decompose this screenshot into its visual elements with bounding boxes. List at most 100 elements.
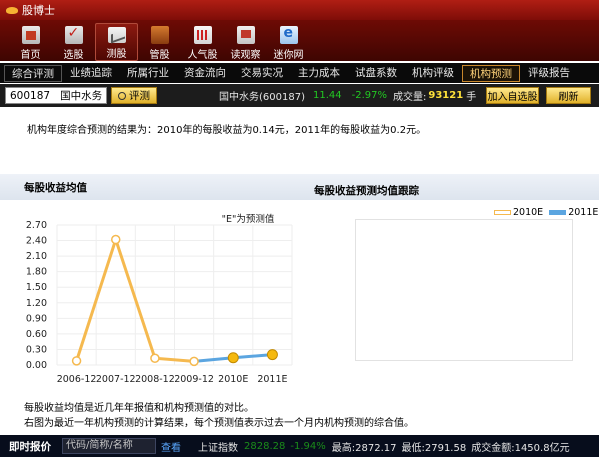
evaluate-button[interactable]: 评测 xyxy=(111,87,157,104)
quote-bar: 即时报价 代码/简称/名称 查看 上证指数 2828.28 -1.94% 最高:… xyxy=(0,435,599,457)
toolbar-popular-stock-button[interactable]: 人气股 xyxy=(181,23,224,61)
chart-notes: 每股收益均值是近几年年报值和机构预测值的对比。 右图为最近一年机构预测的计算结果… xyxy=(24,401,414,431)
tab-main-cost[interactable]: 主力成本 xyxy=(291,65,347,82)
view-link[interactable]: 查看 xyxy=(161,439,181,454)
checklist-icon xyxy=(64,25,83,44)
tab-performance[interactable]: 业绩追踪 xyxy=(63,65,119,82)
y-tick-label: 1.50 xyxy=(26,282,47,293)
legend-swatch-2011e xyxy=(549,210,567,215)
y-tick-label: 1.20 xyxy=(26,298,47,309)
quote-price: 11.44 xyxy=(312,90,342,101)
forecast-summary: 机构年度综合预测的结果为：2010年的每股收益为0.14元，2011年的每股收益… xyxy=(27,125,427,136)
index-low: 最低:2791.58 xyxy=(401,442,467,454)
tab-trial-coefficient[interactable]: 试盘系数 xyxy=(348,65,404,82)
evaluate-label: 评测 xyxy=(129,90,150,102)
x-tick-label: 2009-12 xyxy=(174,374,214,385)
stock-name: 国中水务 xyxy=(60,90,103,102)
eps-mean-chart: 2.70 2.40 2.10 1.80 1.50 1.20 0.90 0.60 0.30 0.00… xyxy=(26,213,293,385)
index-name: 上证指数 xyxy=(198,442,238,454)
quote-change: -2.97% xyxy=(351,90,388,101)
tab-fund-flow[interactable]: 资金流向 xyxy=(177,65,233,82)
popularity-chart-icon xyxy=(193,26,212,44)
toolbar-label: 管股 xyxy=(149,50,170,61)
x-tick-label: 2011E xyxy=(257,374,287,385)
tracking-legend: 2010E 2011E xyxy=(494,207,599,218)
monitor-icon xyxy=(236,26,255,44)
tab-trading[interactable]: 交易实况 xyxy=(234,65,290,82)
toolbar-label: 人气股 xyxy=(187,50,218,61)
tab-rating-report[interactable]: 评级报告 xyxy=(521,65,577,82)
toolbar-label: 测股 xyxy=(106,49,127,60)
forecast-annotation: "E"为预测值 xyxy=(222,213,275,225)
index-value: 2828.28 xyxy=(244,440,286,452)
tab-institution-rating[interactable]: 机构评级 xyxy=(405,65,461,82)
toolbar-label: 选股 xyxy=(63,50,84,61)
tracking-chart-area xyxy=(355,219,573,361)
toolbar-label: 迷你网 xyxy=(273,50,304,61)
refresh-button[interactable]: 刷新 xyxy=(546,87,591,104)
actual-point xyxy=(189,356,199,367)
toolbar-manage-stock-button[interactable]: 管股 xyxy=(138,23,181,61)
legend-item-2011e: 2011E xyxy=(549,207,598,218)
x-tick-label: 2010E xyxy=(218,374,248,385)
toolbar-test-stock-button[interactable]: 测股 xyxy=(95,23,138,61)
y-tick-label: 2.10 xyxy=(26,251,47,262)
stock-quote: 国中水务(600187) 11.44 -2.97% 成交量: 93121 手 xyxy=(219,84,476,107)
x-tick-label: 2008-12 xyxy=(135,374,175,385)
legend-item-2010e: 2010E xyxy=(494,207,543,218)
app-title: 股博士 xyxy=(22,4,55,17)
turnover-amount: 成交金额:1450.8亿元 xyxy=(471,442,570,454)
home-icon xyxy=(21,26,40,44)
app-logo-icon xyxy=(6,6,18,15)
y-tick-label: 2.40 xyxy=(26,236,47,247)
forecast-point xyxy=(227,352,239,364)
actual-point xyxy=(150,353,160,364)
forecast-point xyxy=(266,349,278,361)
main-toolbar: 首页 选股 测股 管股 人气股 读观察 迷你网 xyxy=(0,20,599,61)
book-icon xyxy=(150,26,169,44)
stock-bar: 600187 国中水务 评测 国中水务(600187) 11.44 -2.97%… xyxy=(0,84,599,107)
volume-value: 93121 xyxy=(428,90,464,101)
quote-search-input[interactable]: 代码/简称/名称 xyxy=(62,438,156,454)
tab-row: 综合评测 业绩追踪 所属行业 资金流向 交易实况 主力成本 试盘系数 机构评级 … xyxy=(0,63,599,83)
y-tick-label: 0.00 xyxy=(26,360,47,371)
section-header-bg xyxy=(0,174,599,200)
browser-icon xyxy=(279,25,298,44)
toolbar-home-button[interactable]: 首页 xyxy=(9,23,52,61)
toolbar-mini-web-button[interactable]: 迷你网 xyxy=(267,23,310,61)
stock-code: 600187 xyxy=(10,89,51,102)
y-tick-label: 0.90 xyxy=(26,313,47,324)
y-tick-label: 2.70 xyxy=(26,220,47,231)
toolbar-select-stock-button[interactable]: 选股 xyxy=(52,23,95,61)
magnifier-icon xyxy=(118,91,126,100)
legend-label-2011e: 2011E xyxy=(568,207,599,218)
legend-label-2010e: 2010E xyxy=(513,207,544,218)
add-to-watchlist-button[interactable]: 加入自选股 xyxy=(486,87,539,104)
index-change: -1.94% xyxy=(290,440,326,452)
volume-label: 成交量: xyxy=(393,92,427,103)
note-line-2: 右图为最近一年机构预测的计算结果，每个预测值表示过去一个月内机构预测的综合值。 xyxy=(24,418,414,429)
stock-code-input[interactable]: 600187 国中水务 xyxy=(5,87,107,104)
y-tick-label: 1.80 xyxy=(26,267,47,278)
chart-icon xyxy=(107,27,126,43)
x-tick-label: 2007-12 xyxy=(96,374,136,385)
y-tick-label: 0.60 xyxy=(26,329,47,340)
toolbar-label: 首页 xyxy=(20,50,41,61)
volume-unit: 手 xyxy=(466,92,477,103)
y-tick-label: 0.30 xyxy=(26,344,47,355)
title-bar: 股博士 xyxy=(0,0,599,20)
actual-point xyxy=(71,356,82,366)
index-high: 最高:2872.17 xyxy=(331,442,397,454)
instant-quote-label: 即时报价 xyxy=(9,440,51,453)
eps-mean-title: 每股收益均值 xyxy=(24,182,87,194)
tab-institution-forecast[interactable]: 机构预测 xyxy=(462,64,520,82)
quote-name: 国中水务(600187) xyxy=(219,92,305,103)
tab-overall-eval[interactable]: 综合评测 xyxy=(4,64,62,82)
x-tick-label: 2006-12 xyxy=(57,374,97,385)
toolbar-observation-button[interactable]: 读观察 xyxy=(224,23,267,61)
note-line-1: 每股收益均值是近几年年报值和机构预测值的对比。 xyxy=(24,403,254,414)
actual-point xyxy=(111,234,121,245)
legend-swatch-2010e xyxy=(494,210,511,215)
toolbar-label: 读观察 xyxy=(230,50,261,61)
tab-industry[interactable]: 所属行业 xyxy=(120,65,176,82)
